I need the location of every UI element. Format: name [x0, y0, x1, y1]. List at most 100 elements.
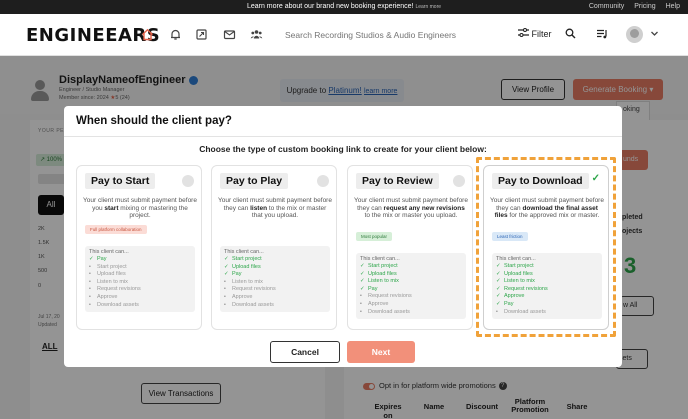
permission-item: ✓ Approve — [496, 293, 598, 301]
option-card-pay-to-download[interactable]: Pay to Download ✓ Your client must submi… — [483, 165, 609, 330]
permission-item: ✓ Pay — [224, 271, 326, 279]
permission-item: ✓ Pay — [496, 301, 598, 309]
permission-item: ✓ Pay — [360, 286, 462, 294]
pricing-link[interactable]: Pricing — [634, 3, 655, 10]
permission-item: ▪ Request revisions — [224, 286, 326, 294]
lock-icon: ▪ — [224, 278, 226, 285]
option-card-pay-to-start[interactable]: Pay to Start Your client must submit pay… — [76, 165, 202, 330]
payment-timing-modal: When should the client pay? Choose the t… — [64, 106, 622, 367]
bell-icon[interactable] — [168, 28, 182, 42]
permission-label: Download assets — [97, 301, 139, 308]
lock-icon: ▪ — [89, 278, 91, 285]
permissions-heading: This client can... — [360, 256, 400, 262]
permission-item: ▪ Approve — [224, 294, 326, 302]
filter-icon — [518, 28, 532, 39]
card-tag: Full platform collaboration — [85, 225, 147, 234]
avatar[interactable] — [626, 26, 643, 43]
filter-label: Filter — [531, 29, 552, 39]
modal-title: When should the client pay? — [76, 115, 232, 127]
lock-icon: ▪ — [89, 301, 91, 308]
document-icon[interactable] — [194, 28, 208, 42]
permission-item: ▪ Listen to mix — [224, 279, 326, 287]
card-tag: Most popular — [356, 232, 393, 241]
search-input[interactable] — [276, 25, 506, 45]
permission-item: ✓ Request revisions — [496, 286, 598, 294]
check-icon: ✓ — [360, 263, 365, 269]
permission-item: ✓ Start project — [360, 263, 462, 271]
lock-icon: ▪ — [89, 286, 91, 293]
permission-label: Pay — [232, 271, 242, 278]
card-title: Pay to Download — [492, 173, 589, 189]
permission-label: Listen to mix — [504, 278, 535, 285]
permission-label: Upload files — [368, 270, 397, 277]
search-icon[interactable] — [565, 28, 576, 42]
card-tag: Least friction — [492, 232, 528, 241]
check-icon: ✓ — [360, 285, 365, 292]
permissions-list: This client can... ✓ Start project ✓ Upload … — [220, 246, 330, 313]
lock-icon: ▪ — [224, 286, 226, 293]
permission-item: ✓ Upload files — [360, 271, 462, 279]
home-icon[interactable] — [140, 28, 154, 42]
queue-icon[interactable] — [596, 28, 608, 43]
cancel-button[interactable]: Cancel — [270, 341, 340, 363]
permissions-list: This client can... ✓ Start project ✓ Upload … — [492, 253, 602, 320]
modal-subtitle: Choose the type of custom booking link t… — [199, 144, 487, 154]
permission-label: Listen to mix — [232, 278, 263, 285]
banner-links: Community Pricing Help — [581, 3, 680, 10]
permission-item: ▪ Request revisions — [360, 293, 462, 301]
option-card-pay-to-review[interactable]: Pay to Review Your client must submit pa… — [347, 165, 473, 330]
check-icon: ✓ — [496, 263, 501, 269]
next-button[interactable]: Next — [347, 341, 415, 363]
modal-divider — [64, 136, 622, 137]
filter-button[interactable]: Filter — [518, 28, 552, 39]
permission-label: Start project — [504, 263, 534, 269]
permission-label: Start project — [368, 263, 398, 269]
permission-label: Upload files — [232, 263, 261, 270]
help-link[interactable]: Help — [666, 3, 680, 10]
permission-item: ✓ Listen to mix — [360, 278, 462, 286]
permission-label: Pay — [504, 300, 514, 307]
check-icon: ✓ — [89, 256, 94, 262]
permission-item: ✓ Pay — [89, 256, 191, 264]
permission-item: ▪ Download assets — [89, 302, 191, 310]
permission-label: Download assets — [368, 308, 410, 315]
people-icon[interactable] — [249, 28, 263, 42]
permission-label: Download assets — [504, 308, 546, 315]
radio-button[interactable] — [317, 175, 329, 187]
permissions-heading: This client can... — [89, 249, 129, 255]
check-icon: ✓ — [496, 293, 501, 300]
lock-icon: ▪ — [89, 271, 91, 278]
permission-item: ✓ Listen to mix — [496, 278, 598, 286]
option-card-pay-to-play[interactable]: Pay to Play Your client must submit paym… — [211, 165, 337, 330]
permission-label: Upload files — [504, 270, 533, 277]
permission-label: Approve — [232, 293, 253, 300]
permission-label: Upload files — [97, 271, 126, 278]
check-icon: ✓ — [496, 278, 501, 285]
permission-label: Listen to mix — [368, 278, 399, 285]
announcement-banner: Learn more about our brand new booking e… — [0, 0, 688, 14]
permission-label: Approve — [97, 293, 118, 300]
check-icon[interactable]: ✓ — [592, 173, 600, 184]
card-description: Your client must submit payment before t… — [218, 197, 332, 219]
permission-label: Request revisions — [368, 293, 412, 300]
permission-item: ▪ Listen to mix — [89, 279, 191, 287]
permission-item: ▪ Download assets — [496, 309, 598, 317]
lock-icon: ▪ — [224, 301, 226, 308]
permission-label: Start project — [97, 263, 127, 270]
permission-item: ▪ Upload files — [89, 271, 191, 279]
permission-item: ▪ Download assets — [360, 309, 462, 317]
permission-item: ✓ Upload files — [496, 271, 598, 279]
banner-learn-more-link[interactable]: Learn more — [415, 4, 441, 10]
lock-icon: ▪ — [360, 293, 362, 300]
radio-button[interactable] — [453, 175, 465, 187]
radio-button[interactable] — [182, 175, 194, 187]
check-icon: ✓ — [360, 270, 365, 277]
permission-label: Approve — [368, 300, 389, 307]
permission-label: Request revisions — [504, 285, 548, 292]
chevron-down-icon[interactable] — [650, 29, 659, 40]
check-icon: ✓ — [224, 271, 229, 278]
community-link[interactable]: Community — [589, 3, 624, 10]
permission-label: Pay — [97, 256, 107, 262]
mail-icon[interactable] — [222, 28, 236, 42]
lock-icon: ▪ — [89, 263, 91, 270]
